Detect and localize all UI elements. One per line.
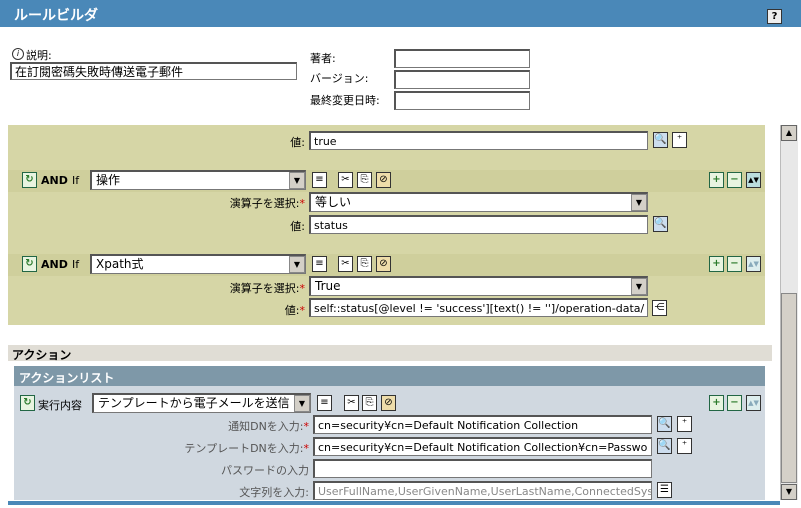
value-label: 値: [290, 220, 305, 233]
cut-icon[interactable]: ✂ [338, 256, 353, 272]
notification-dn-input[interactable]: cn=security¥cn=Default Notification Coll… [313, 415, 652, 434]
password-label: パスワードの入力 [221, 464, 309, 477]
value-label: 値: [290, 136, 305, 149]
modified-input[interactable] [394, 91, 530, 110]
insert-icon[interactable]: ⁺ [672, 132, 687, 148]
do-label: 実行内容 [38, 399, 82, 412]
author-label: 著者: [310, 52, 336, 65]
xpath-builder-icon[interactable]: ⋲ [652, 300, 667, 316]
conjunction-label: AND [41, 258, 68, 271]
move-up-down-icon[interactable]: ▲▼ [746, 395, 761, 411]
notification-dn-label: 通知DNを入力:* [228, 420, 309, 433]
version-label: バージョン: [310, 72, 369, 85]
add-icon[interactable]: + [709, 172, 724, 188]
delete-icon[interactable]: ⊘ [376, 256, 391, 272]
help-button[interactable]: ? [767, 9, 782, 24]
browse-icon[interactable]: 🔍 [653, 216, 668, 232]
footer-divider [8, 501, 780, 505]
insert-icon[interactable]: ⁺ [677, 416, 692, 432]
remove-icon[interactable]: − [727, 172, 742, 188]
condition-selector-value: 操作 [96, 173, 121, 187]
copy-icon[interactable]: ⎘ [357, 256, 372, 272]
vertical-scrollbar[interactable]: ▲ ▼ [780, 125, 798, 500]
action-list-header: アクションリスト [14, 366, 765, 386]
value-label: 値:* [284, 304, 305, 317]
value-input[interactable]: true [309, 131, 648, 150]
actions-section-header: アクション [8, 345, 772, 362]
browse-icon[interactable]: 🔍 [653, 132, 668, 148]
strings-label: 文字列を入力: [239, 486, 309, 499]
string-builder-icon[interactable]: ☰ [657, 482, 672, 498]
move-up-down-icon[interactable]: ▲▼ [746, 256, 761, 272]
add-icon[interactable]: + [709, 395, 724, 411]
browse-icon[interactable]: 🔍 [657, 438, 672, 454]
info-icon: i [12, 48, 24, 60]
refresh-icon[interactable]: ↻ [22, 256, 37, 272]
scroll-down-button[interactable]: ▼ [781, 484, 797, 500]
description-label: 説明: [26, 49, 52, 62]
move-up-down-icon[interactable]: ▲▼ [746, 172, 761, 188]
cut-icon[interactable]: ✂ [344, 395, 359, 411]
chevron-down-icon[interactable]: ▼ [294, 395, 310, 412]
copy-icon[interactable]: ⎘ [362, 395, 377, 411]
add-icon[interactable]: + [709, 256, 724, 272]
chevron-down-icon[interactable]: ▼ [631, 278, 647, 295]
cut-icon[interactable]: ✂ [338, 172, 353, 188]
page-header: ルールビルダ [0, 0, 801, 27]
operator-value: 等しい [315, 195, 352, 209]
chevron-down-icon[interactable]: ▼ [631, 194, 647, 211]
scroll-thumb[interactable] [781, 293, 797, 483]
password-input[interactable] [313, 459, 652, 478]
author-input[interactable] [394, 49, 530, 68]
remove-icon[interactable]: − [727, 256, 742, 272]
if-label: If [72, 258, 80, 271]
editor-icon[interactable]: ≡ [312, 172, 327, 188]
operator-value: True [315, 279, 341, 293]
editor-icon[interactable]: ≡ [312, 256, 327, 272]
condition-selector[interactable]: 操作 ▼ [90, 170, 306, 190]
refresh-icon[interactable]: ↻ [20, 395, 35, 411]
template-dn-label: テンプレートDNを入力:* [184, 442, 309, 455]
conjunction-label: AND [41, 174, 68, 187]
operator-select[interactable]: True ▼ [309, 276, 648, 296]
version-input[interactable] [394, 70, 530, 89]
condition-selector-value: Xpath式 [96, 257, 144, 271]
scroll-up-button[interactable]: ▲ [781, 125, 797, 141]
chevron-down-icon[interactable]: ▼ [289, 256, 305, 273]
browse-icon[interactable]: 🔍 [657, 416, 672, 432]
chevron-down-icon[interactable]: ▼ [289, 172, 305, 189]
value-input[interactable]: status [309, 215, 648, 234]
refresh-icon[interactable]: ↻ [22, 172, 37, 188]
action-selector[interactable]: テンプレートから電子メールを送信 ▼ [92, 393, 311, 413]
xpath-value-input[interactable]: self::status[@level != 'success'][text()… [309, 298, 648, 317]
insert-icon[interactable]: ⁺ [677, 438, 692, 454]
operator-select[interactable]: 等しい ▼ [309, 192, 648, 212]
strings-input[interactable]: UserFullName,UserGivenName,UserLastName,… [313, 481, 652, 500]
template-dn-input[interactable]: cn=security¥cn=Default Notification Coll… [313, 437, 652, 456]
remove-icon[interactable]: − [727, 395, 742, 411]
editor-icon[interactable]: ≡ [317, 395, 332, 411]
operator-label: 演算子を選択:* [229, 197, 305, 210]
operator-label: 演算子を選択:* [229, 282, 305, 295]
action-selector-value: テンプレートから電子メールを送信 [98, 396, 290, 410]
copy-icon[interactable]: ⎘ [357, 172, 372, 188]
delete-icon[interactable]: ⊘ [376, 172, 391, 188]
description-input[interactable]: 在訂閱密碼失敗時傳送電子郵件 [10, 62, 297, 80]
condition-selector[interactable]: Xpath式 ▼ [90, 254, 306, 274]
page-title: ルールビルダ [14, 8, 98, 24]
delete-icon[interactable]: ⊘ [381, 395, 396, 411]
modified-label: 最終変更日時: [310, 94, 380, 107]
if-label: If [72, 174, 80, 187]
